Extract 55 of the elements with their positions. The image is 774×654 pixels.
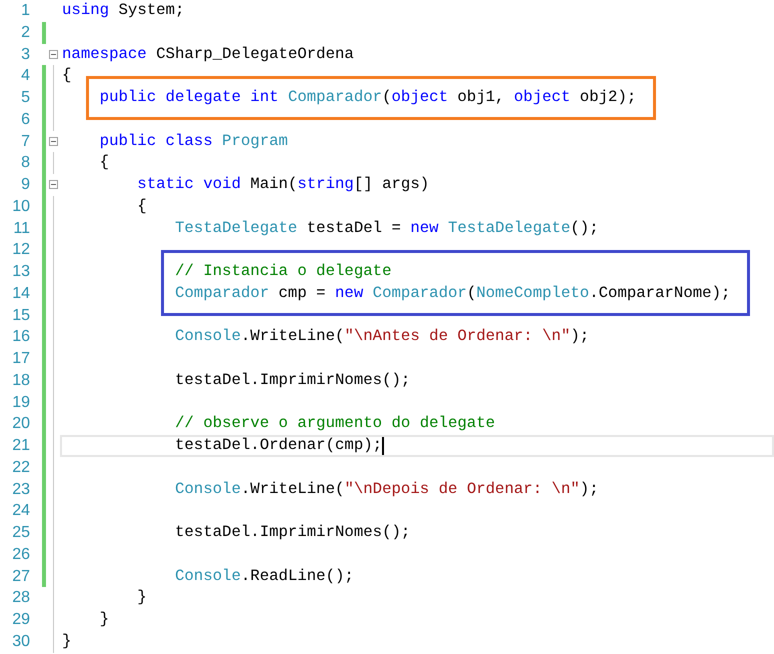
line-number: 26: [11, 544, 30, 565]
line-number: 20: [11, 414, 30, 434]
line-number: 21: [11, 436, 30, 456]
code-line: testaDel.ImprimirNomes();: [174, 370, 410, 391]
code-line: TestaDelegate testaDel = new TestaDelegate();: [174, 218, 599, 238]
line-number: 4: [20, 66, 30, 86]
line-number: 14: [11, 284, 30, 304]
line-number: 28: [11, 588, 30, 608]
line-number: 15: [11, 306, 30, 326]
code-line: }: [62, 630, 72, 652]
collapse-icon[interactable]: [48, 180, 58, 190]
line-number: 5: [20, 88, 30, 108]
collapse-icon[interactable]: [48, 136, 58, 146]
collapse-icon[interactable]: [48, 50, 58, 59]
text-cursor: [382, 436, 384, 455]
code-line: {: [98, 152, 110, 174]
line-number: 18: [11, 370, 30, 391]
line-number: 22: [11, 458, 30, 478]
code-line: Console.WriteLine("\nAntes de Ordenar: \n");: [174, 326, 590, 348]
line-number: 2: [20, 22, 30, 43]
line-number: 6: [20, 110, 30, 130]
code-line: public delegate int Comparador(object obj1, object obj2);: [98, 87, 636, 108]
line-number: 30: [11, 632, 30, 652]
line-number: 13: [11, 262, 30, 282]
line-number: 19: [11, 392, 30, 412]
line-number: 25: [11, 523, 30, 543]
code-line: namespace CSharp_DelegateOrdena: [62, 44, 354, 64]
line-number: 8: [20, 153, 30, 174]
line-number: 29: [11, 610, 30, 630]
code-line: {: [136, 196, 147, 217]
code-line: }: [98, 609, 110, 630]
line-number: 7: [20, 132, 30, 152]
code-line: Comparador cmp = new Comparador(NomeCompleto.CompararNome);: [174, 282, 730, 304]
line-number: 9: [20, 175, 30, 195]
line-number: 17: [11, 349, 30, 369]
code-line: Console.ReadLine();: [174, 566, 354, 586]
code-line: testaDel.ImprimirNomes();: [174, 522, 410, 543]
line-number: 11: [12, 218, 30, 238]
code-line: public class Program: [98, 130, 288, 152]
line-number: 12: [11, 240, 30, 260]
line-number: 24: [11, 501, 30, 522]
code-line: using System;: [62, 0, 184, 21]
code-line: testaDel.Ordenar(cmp);: [174, 435, 382, 456]
code-line: // Instancia o delegate: [174, 261, 392, 282]
code-line: // observe o argumento do delegate: [174, 413, 496, 434]
code-line: static void Main(string[] args): [136, 174, 430, 195]
line-number: 23: [11, 480, 30, 500]
code-line: }: [136, 587, 147, 608]
line-number: 1: [20, 1, 30, 21]
line-number: 3: [20, 44, 30, 64]
line-number: 10: [11, 196, 30, 217]
code-line: Console.WriteLine("\nDepois de Ordenar: \n");: [174, 478, 599, 500]
line-number: 16: [11, 327, 30, 348]
code-line: {: [62, 65, 72, 86]
line-number: 27: [11, 566, 30, 586]
